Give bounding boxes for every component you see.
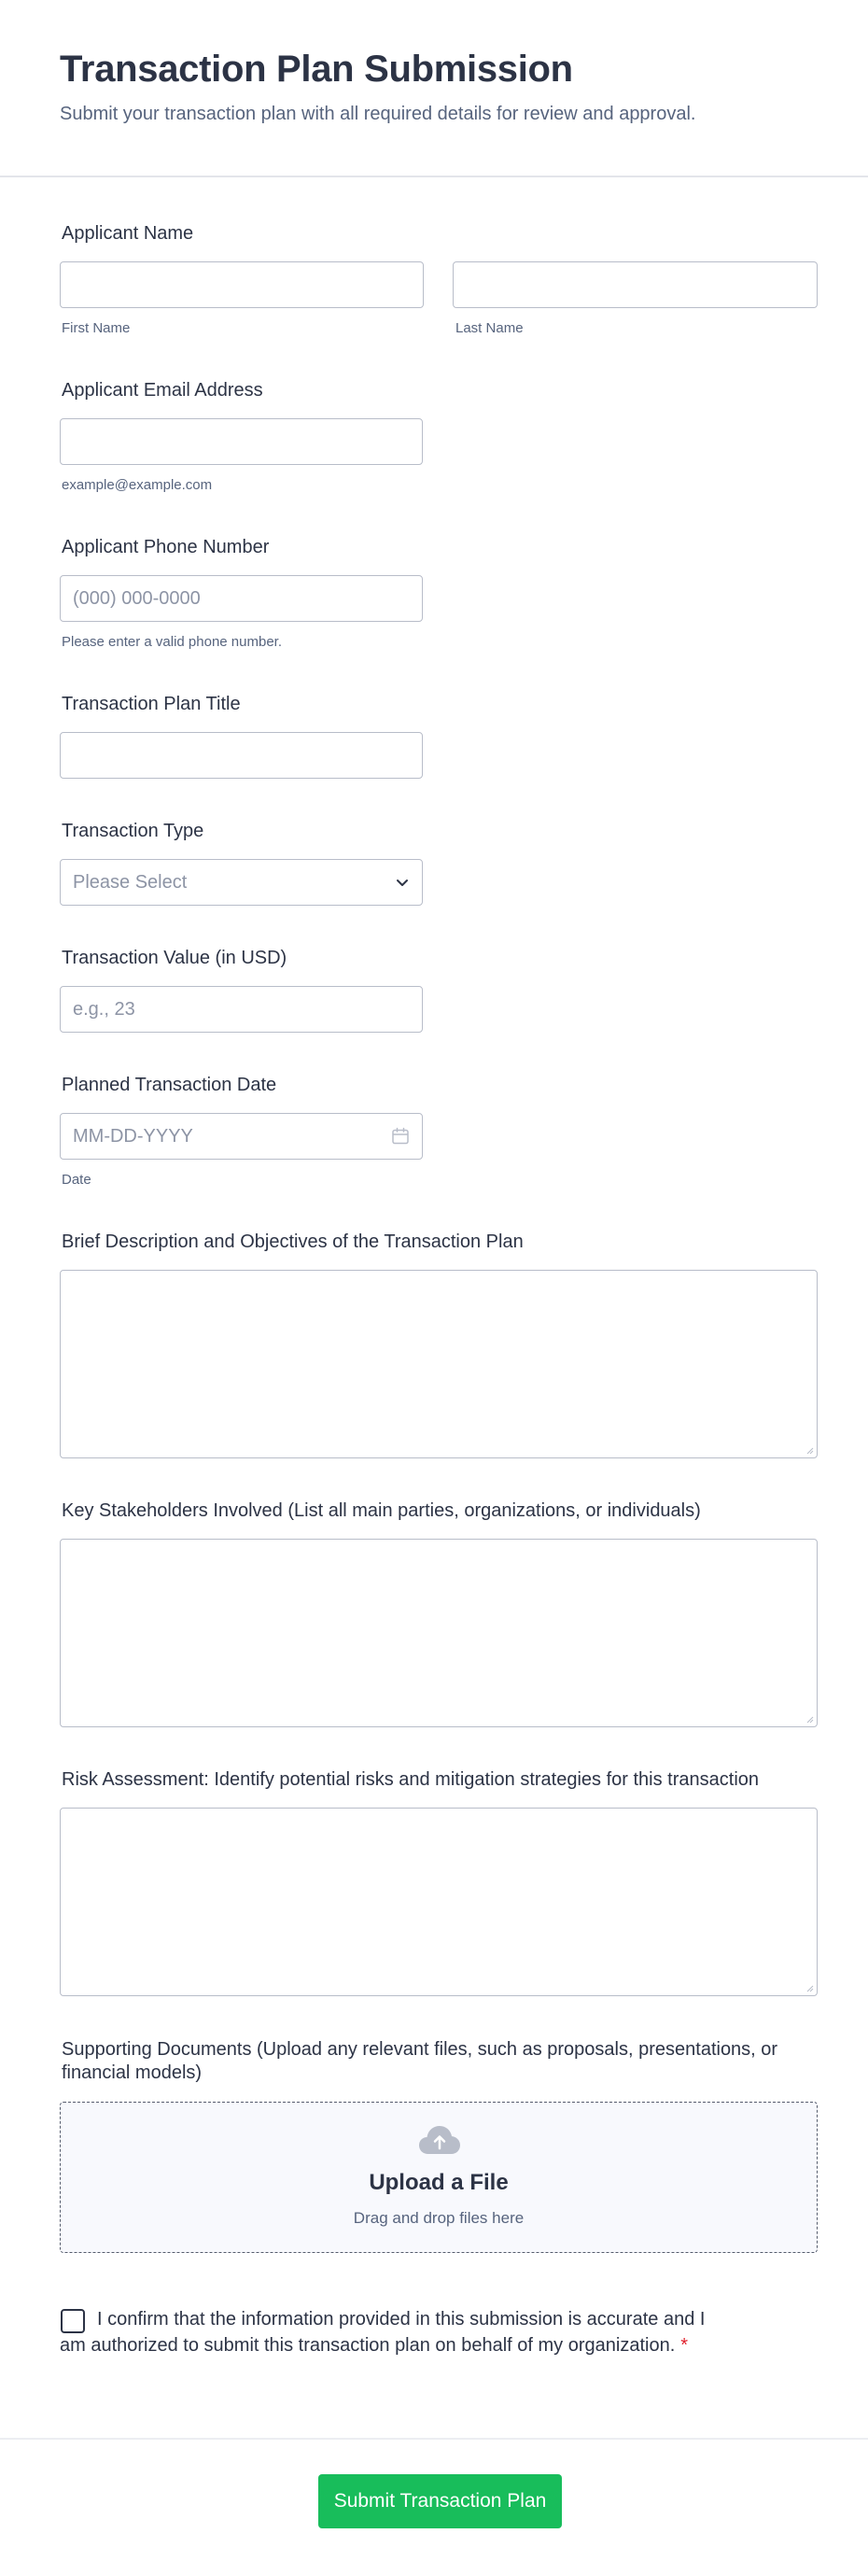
consent-checkbox[interactable] bbox=[61, 2309, 85, 2333]
stakeholders-textarea[interactable] bbox=[60, 1539, 818, 1727]
description-textarea[interactable] bbox=[60, 1270, 818, 1458]
upload-hint: Drag and drop files here bbox=[353, 2209, 525, 2227]
transaction-type-selected: Please Select bbox=[73, 872, 188, 893]
description-label: Brief Description and Objectives of the … bbox=[62, 1232, 524, 1252]
calendar-icon[interactable] bbox=[390, 1126, 411, 1147]
first-name-sublabel: First Name bbox=[62, 320, 131, 336]
transaction-value-placeholder: e.g., 23 bbox=[73, 999, 135, 1020]
upload-title: Upload a File bbox=[369, 2170, 509, 2195]
resize-grip-icon[interactable] bbox=[805, 1714, 814, 1724]
risk-textarea[interactable] bbox=[60, 1808, 818, 1996]
file-upload-dropzone[interactable]: Upload a File Drag and drop files here bbox=[60, 2102, 818, 2253]
phone-label: Applicant Phone Number bbox=[62, 537, 270, 557]
form-subtitle: Submit your transaction plan with all re… bbox=[60, 104, 696, 124]
planned-date-input[interactable]: MM-DD-YYYY bbox=[60, 1113, 423, 1160]
phone-placeholder: (000) 000-0000 bbox=[73, 588, 201, 609]
documents-label: Supporting Documents (Upload any relevan… bbox=[62, 2039, 778, 2083]
applicant-name-label: Applicant Name bbox=[62, 223, 194, 244]
form-header: Transaction Plan Submission Submit your … bbox=[0, 0, 868, 177]
last-name-sublabel: Last Name bbox=[455, 320, 524, 336]
consent-text-block: I confirm that the information provided … bbox=[60, 2306, 713, 2358]
planned-date-label: Planned Transaction Date bbox=[62, 1075, 277, 1095]
resize-grip-icon[interactable] bbox=[805, 1445, 814, 1455]
plan-title-label: Transaction Plan Title bbox=[62, 694, 241, 714]
planned-date-placeholder: MM-DD-YYYY bbox=[73, 1126, 193, 1147]
required-mark: * bbox=[680, 2335, 689, 2356]
planned-date-sublabel: Date bbox=[62, 1172, 91, 1188]
phone-input[interactable]: (000) 000-0000 bbox=[60, 575, 423, 622]
consent-text: I confirm that the information provided … bbox=[60, 2309, 706, 2356]
phone-sublabel: Please enter a valid phone number. bbox=[62, 634, 282, 650]
risk-label: Risk Assessment: Identify potential risk… bbox=[62, 1769, 760, 1790]
email-label: Applicant Email Address bbox=[62, 380, 263, 401]
email-input[interactable] bbox=[60, 418, 423, 465]
transaction-type-select[interactable]: Please Select bbox=[60, 859, 423, 906]
transaction-value-label: Transaction Value (in USD) bbox=[62, 948, 287, 968]
last-name-input[interactable] bbox=[453, 261, 818, 308]
chevron-down-icon bbox=[397, 880, 408, 886]
email-sublabel: example@example.com bbox=[62, 477, 213, 493]
transaction-value-input[interactable]: e.g., 23 bbox=[60, 986, 423, 1033]
resize-grip-icon[interactable] bbox=[805, 1983, 814, 1992]
transaction-type-label: Transaction Type bbox=[62, 821, 204, 841]
first-name-input[interactable] bbox=[60, 261, 424, 308]
stakeholders-label: Key Stakeholders Involved (List all main… bbox=[62, 1500, 701, 1521]
form-title: Transaction Plan Submission bbox=[60, 49, 573, 90]
submit-button[interactable]: Submit Transaction Plan bbox=[318, 2474, 562, 2528]
cloud-upload-icon bbox=[419, 2126, 460, 2154]
plan-title-input[interactable] bbox=[60, 732, 423, 779]
footer-divider bbox=[0, 2438, 868, 2440]
